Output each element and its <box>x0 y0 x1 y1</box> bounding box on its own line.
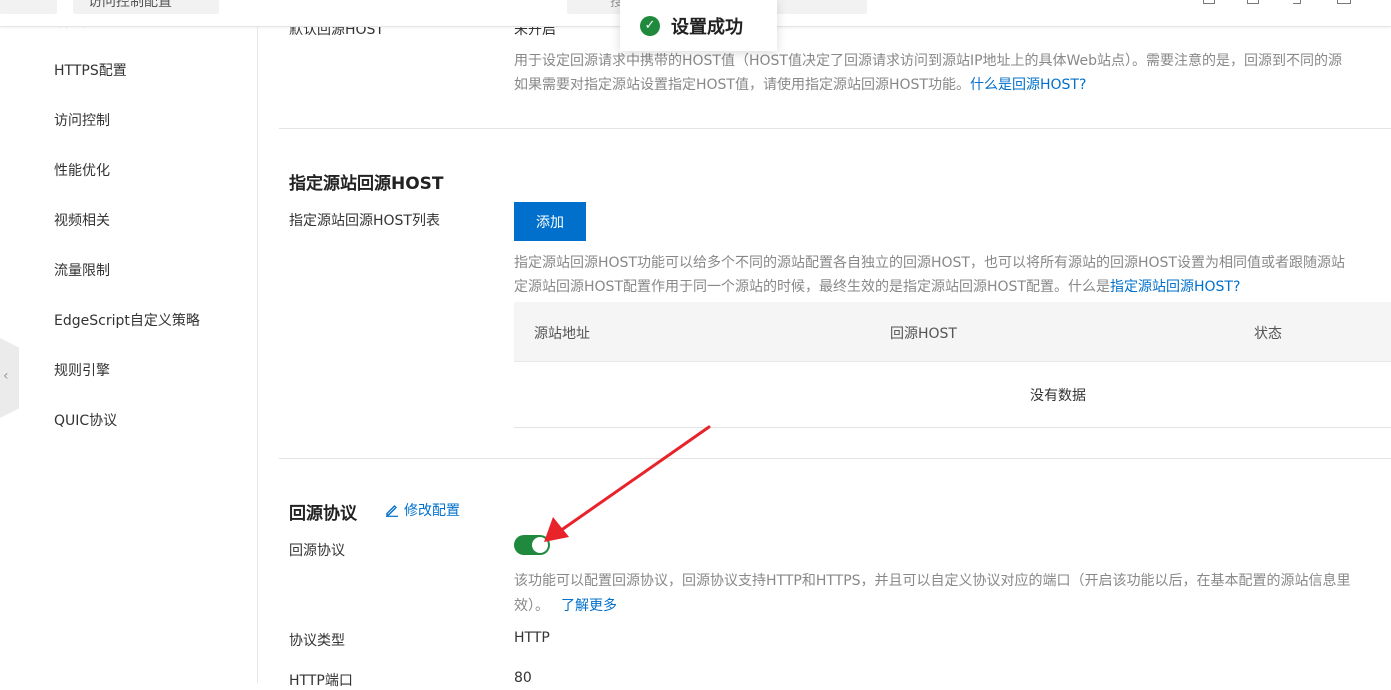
add-button[interactable]: 添加 <box>514 202 586 241</box>
specified-host-desc-line2: 定源站回源HOST配置作用于同一个源站的时候，最终生效的是指定源站回源HOST配… <box>514 279 1241 295</box>
section-divider <box>279 128 1391 129</box>
what-is-specified-host-link[interactable]: 指定源站回源HOST? <box>1110 279 1240 295</box>
sidebar-item-video[interactable]: 视频相关 <box>54 211 110 231</box>
what-is-origin-host-link[interactable]: 什么是回源HOST? <box>970 77 1086 93</box>
section-divider <box>279 458 1391 459</box>
sidebar: 缓存配置 HTTPS配置 访问控制 性能优化 视频相关 流量限制 EdgeScr… <box>0 0 258 683</box>
learn-more-link[interactable]: 了解更多 <box>561 598 617 614</box>
sidebar-item-quic[interactable]: QUIC协议 <box>54 411 117 431</box>
sidebar-item-performance[interactable]: 性能优化 <box>54 161 110 181</box>
bell-icon[interactable] <box>1293 0 1301 4</box>
sidebar-item-edgescript[interactable]: EdgeScript自定义策略 <box>54 311 200 331</box>
specified-host-desc-line1: 指定源站回源HOST功能可以给多个不同的源站配置各自独立的回源HOST，也可以将… <box>514 255 1345 271</box>
pencil-icon <box>386 505 398 517</box>
document-icon[interactable] <box>1203 0 1215 4</box>
origin-protocol-desc-line1: 该功能可以配置回源协议，回源协议支持HTTP和HTTPS，并且可以自定义协议对应… <box>514 573 1351 589</box>
table-empty-text: 没有数据 <box>1030 388 1086 404</box>
protocol-type-label: 协议类型 <box>289 633 345 649</box>
check-circle-icon: ✓ <box>640 15 660 36</box>
default-host-desc-line2: 如果需要对指定源站设置指定HOST值，请使用指定源站回源HOST功能。什么是回源… <box>514 77 1087 93</box>
sidebar-collapse-handle[interactable]: ‹ <box>0 338 19 418</box>
origin-protocol-desc-line2: 效）。 了解更多 <box>514 598 617 614</box>
mail-icon[interactable] <box>1247 0 1259 4</box>
specified-host-title: 指定源站回源HOST <box>289 174 444 194</box>
column-status: 状态 <box>1254 326 1282 342</box>
column-origin-address: 源站地址 <box>534 326 590 342</box>
user-icon[interactable] <box>1337 0 1351 4</box>
toast-text: 设置成功 <box>671 16 743 38</box>
protocol-type-value: HTTP <box>514 630 550 646</box>
sidebar-item-traffic-limit[interactable]: 流量限制 <box>54 261 110 281</box>
http-port-label: HTTP端口 <box>289 673 353 689</box>
annotation-arrow <box>544 425 711 542</box>
default-host-desc-line1: 用于设定回源请求中携带的HOST值（HOST值决定了回源请求访问到源站IP地址上… <box>514 53 1343 69</box>
http-port-value: 80 <box>514 670 532 686</box>
main-content: 默认回源HOST 未开启 用于设定回源请求中携带的HOST值（HOST值决定了回… <box>259 0 1391 689</box>
specified-host-list-label: 指定源站回源HOST列表 <box>289 213 440 229</box>
topbar-left-block <box>0 0 57 14</box>
column-origin-host: 回源HOST <box>890 326 957 342</box>
edit-config-label: 修改配置 <box>404 503 460 519</box>
origin-protocol-toggle-label: 回源协议 <box>289 543 345 559</box>
sidebar-item-rule-engine[interactable]: 规则引擎 <box>54 361 110 381</box>
topbar-breadcrumb-text: 访问控制配置 <box>88 0 172 10</box>
sidebar-item-access-control[interactable]: 访问控制 <box>54 111 110 131</box>
chevron-left-icon: ‹ <box>3 368 9 384</box>
edit-config-link[interactable]: 修改配置 <box>385 500 460 520</box>
origin-protocol-title: 回源协议 <box>289 504 357 524</box>
sidebar-item-https[interactable]: HTTPS配置 <box>54 61 127 81</box>
host-table-header: 源站地址 回源HOST 状态 <box>514 302 1391 362</box>
success-toast: ✓ 设置成功 <box>620 0 777 51</box>
